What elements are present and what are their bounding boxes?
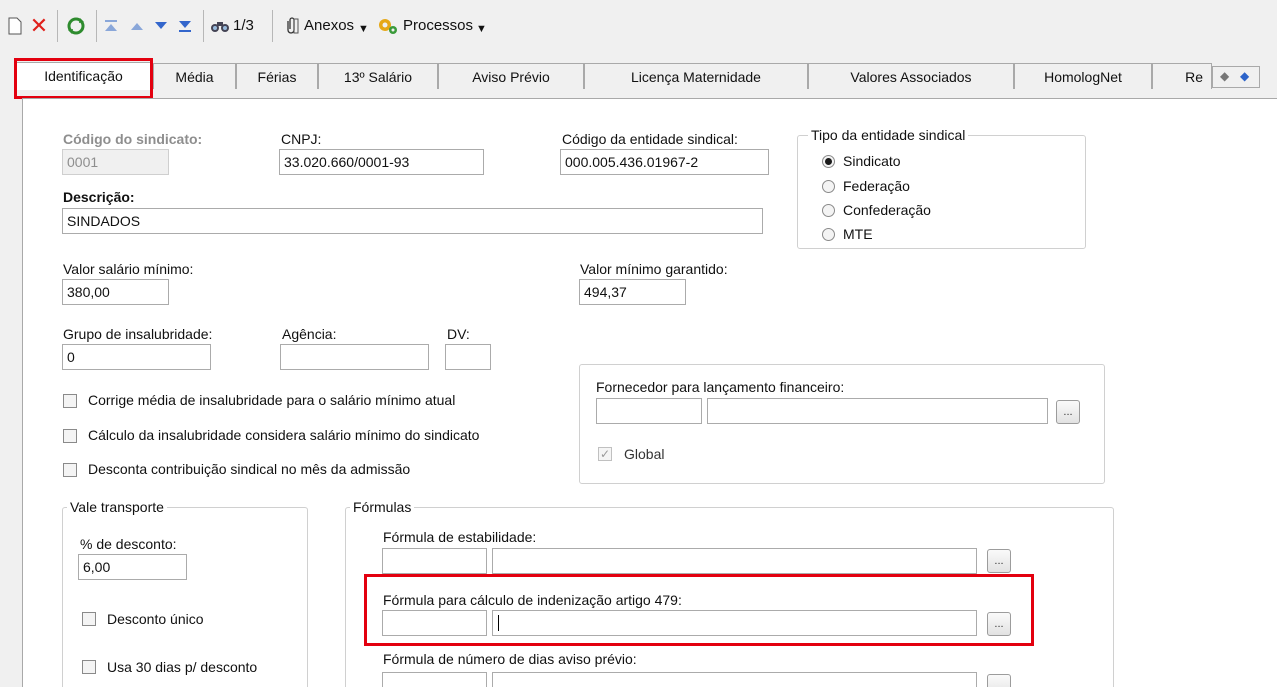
grupo-insalubridade-field[interactable]: 0	[62, 344, 211, 370]
dv-label: DV:	[447, 326, 470, 342]
processes-icon[interactable]	[377, 14, 399, 38]
chevron-down-icon[interactable]: ▼	[476, 19, 487, 39]
descricao-field[interactable]: SINDADOS	[62, 208, 763, 234]
tab-homolognet[interactable]: HomologNet	[1014, 63, 1152, 89]
valor-salario-minimo-field[interactable]: 380,00	[62, 279, 169, 305]
toolbar-separator	[203, 10, 204, 42]
radio-confederacao[interactable]	[822, 204, 835, 217]
desconto-field[interactable]: 6,00	[78, 554, 187, 580]
scroll-left-icon[interactable]: ◆	[1220, 69, 1229, 83]
desconto-unico-checkbox[interactable]	[82, 612, 96, 626]
toolbar: ✕ 1/3 Anexos ▼ Processos ▼	[0, 0, 1277, 54]
delete-icon[interactable]: ✕	[28, 14, 50, 38]
aviso-previo-label: Fórmula de número de dias aviso prévio:	[383, 651, 637, 667]
formulas-group: Fórmulas Fórmula de estabilidade: ... Fó…	[345, 498, 1114, 687]
radio-sindicato-label: Sindicato	[843, 153, 901, 169]
formulas-title: Fórmulas	[350, 498, 415, 516]
desconto-label: % de desconto:	[80, 536, 177, 552]
agencia-field[interactable]	[280, 344, 429, 370]
tab-valores-associados[interactable]: Valores Associados	[808, 63, 1014, 89]
tab-re[interactable]: Re	[1152, 63, 1212, 89]
radio-confederacao-label: Confederação	[843, 202, 931, 218]
identificacao-panel: Código do sindicato: 0001 CNPJ: 33.020.6…	[22, 98, 1277, 687]
radio-mte-label: MTE	[843, 226, 873, 242]
next-record-icon[interactable]	[150, 14, 172, 38]
toolbar-separator	[57, 10, 58, 42]
new-document-icon[interactable]	[4, 14, 26, 38]
tab-licenca-maternidade[interactable]: Licença Maternidade	[584, 63, 808, 89]
fornecedor-label: Fornecedor para lançamento financeiro:	[596, 379, 845, 395]
calculo-insalubridade-checkbox[interactable]	[63, 429, 77, 443]
desconta-contribuicao-checkbox[interactable]	[63, 463, 77, 477]
tab-aviso-previo[interactable]: Aviso Prévio	[438, 63, 584, 89]
processes-menu[interactable]: Processos	[403, 16, 473, 36]
dv-field[interactable]	[445, 344, 491, 370]
first-record-icon[interactable]	[100, 14, 122, 38]
text-caret	[498, 615, 499, 631]
estabilidade-name-field[interactable]	[492, 548, 977, 574]
usa-30-dias-label: Usa 30 dias p/ desconto	[107, 659, 258, 675]
estabilidade-code-field[interactable]	[382, 548, 487, 574]
calculo-insalubridade-label: Cálculo da insalubridade considera salár…	[88, 427, 480, 443]
binoculars-icon[interactable]	[209, 14, 231, 38]
fornecedor-name-field[interactable]	[707, 398, 1048, 424]
indenizacao-code-field[interactable]	[382, 610, 487, 636]
scroll-right-icon[interactable]: ◆	[1240, 69, 1249, 83]
radio-mte[interactable]	[822, 228, 835, 241]
indenizacao-label: Fórmula para cálculo de indenização arti…	[383, 592, 682, 608]
global-label: Global	[624, 446, 665, 462]
fornecedor-group: Fornecedor para lançamento financeiro: .…	[579, 364, 1105, 484]
tipo-entidade-title: Tipo da entidade sindical	[808, 126, 969, 144]
desconta-contribuicao-label: Desconta contribuição sindical no mês da…	[88, 461, 411, 477]
record-position: 1/3	[233, 17, 254, 34]
toolbar-separator	[272, 10, 273, 42]
tab-identificacao[interactable]: Identificação	[14, 62, 153, 90]
codigo-sindicato-field: 0001	[62, 149, 169, 175]
agencia-label: Agência:	[282, 326, 337, 342]
corrige-media-label: Corrige média de insalubridade para o sa…	[88, 392, 456, 408]
refresh-icon[interactable]	[65, 14, 87, 38]
indenizacao-name-field[interactable]	[492, 610, 977, 636]
codigo-sindicato-label: Código do sindicato:	[63, 131, 203, 147]
tab-ferias[interactable]: Férias	[236, 63, 318, 89]
tab-scroll-buttons: ◆ ◆	[1212, 66, 1260, 88]
grupo-insalubridade-label: Grupo de insalubridade:	[63, 326, 213, 342]
aviso-previo-lookup-button[interactable]: ...	[987, 674, 1011, 687]
global-checkbox[interactable]: ✓	[598, 447, 612, 461]
tab-media[interactable]: Média	[153, 63, 236, 89]
aviso-previo-name-field[interactable]	[492, 672, 977, 687]
radio-federacao[interactable]	[822, 180, 835, 193]
vale-transporte-title: Vale transporte	[67, 498, 167, 516]
desconto-unico-label: Desconto único	[107, 611, 204, 627]
attachments-menu[interactable]: Anexos	[304, 16, 354, 36]
paperclip-icon[interactable]	[280, 14, 302, 38]
codigo-entidade-label: Código da entidade sindical:	[562, 131, 738, 147]
cnpj-label: CNPJ:	[281, 131, 322, 147]
previous-record-icon[interactable]	[126, 14, 148, 38]
codigo-entidade-field[interactable]: 000.005.436.01967-2	[560, 149, 769, 175]
indenizacao-lookup-button[interactable]: ...	[987, 612, 1011, 636]
radio-sindicato[interactable]	[822, 155, 835, 168]
vale-transporte-group: Vale transporte % de desconto: 6,00 Desc…	[62, 498, 308, 687]
estabilidade-lookup-button[interactable]: ...	[987, 549, 1011, 573]
radio-federacao-label: Federação	[843, 178, 910, 194]
tab-13-salario[interactable]: 13º Salário	[318, 63, 438, 89]
tab-bar: Identificação Média Férias 13º Salário A…	[0, 54, 1277, 100]
cnpj-field[interactable]: 33.020.660/0001-93	[279, 149, 484, 175]
last-record-icon[interactable]	[174, 14, 196, 38]
valor-salario-minimo-label: Valor salário mínimo:	[63, 261, 194, 277]
descricao-label: Descrição:	[63, 189, 135, 205]
valor-minimo-garantido-label: Valor mínimo garantido:	[580, 261, 728, 277]
aviso-previo-code-field[interactable]	[382, 672, 487, 687]
usa-30-dias-checkbox[interactable]	[82, 660, 96, 674]
toolbar-separator	[96, 10, 97, 42]
tipo-entidade-group: Tipo da entidade sindical Sindicato Fede…	[797, 126, 1086, 249]
window: ✕ 1/3 Anexos ▼ Processos ▼ Identificação…	[0, 0, 1277, 687]
estabilidade-label: Fórmula de estabilidade:	[383, 529, 537, 545]
valor-minimo-garantido-field[interactable]: 494,37	[579, 279, 686, 305]
fornecedor-code-field[interactable]	[596, 398, 702, 424]
corrige-media-checkbox[interactable]	[63, 394, 77, 408]
chevron-down-icon[interactable]: ▼	[358, 19, 369, 39]
fornecedor-lookup-button[interactable]: ...	[1056, 400, 1080, 424]
